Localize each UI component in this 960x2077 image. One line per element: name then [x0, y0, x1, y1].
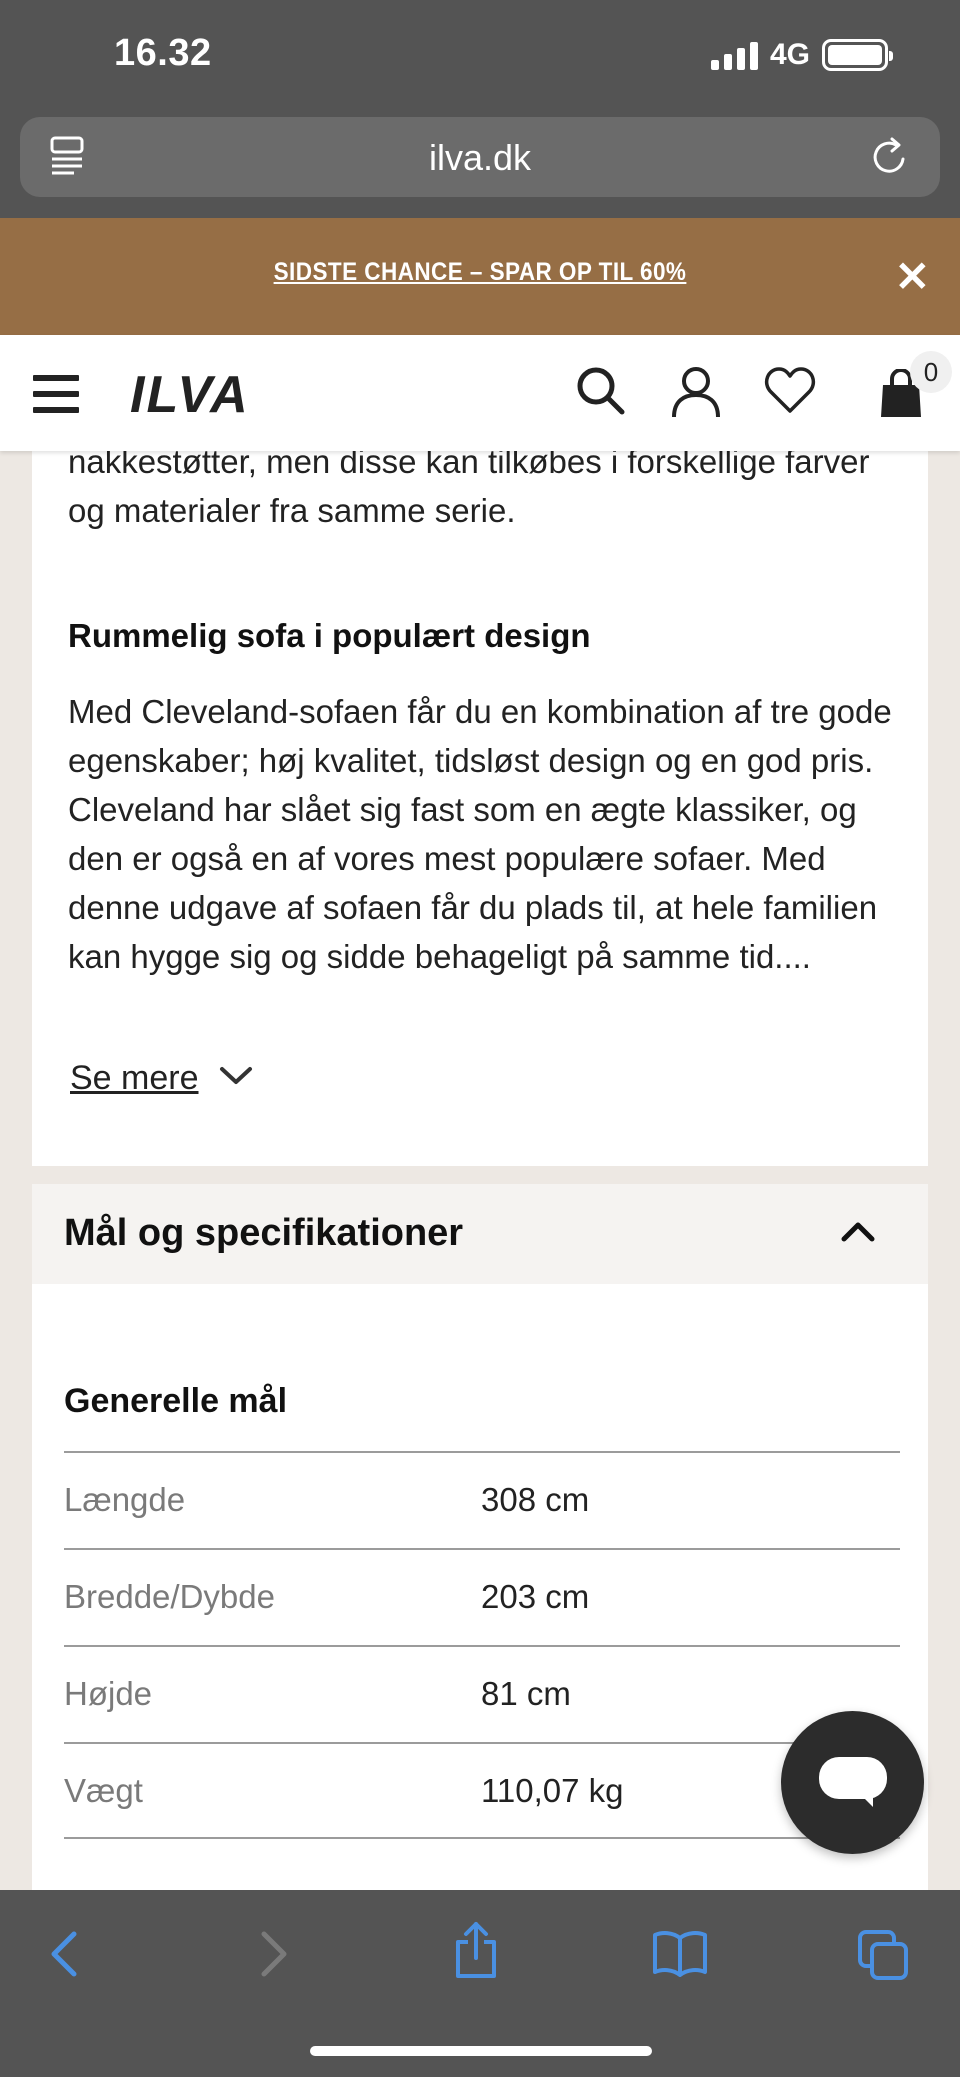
share-icon[interactable]: [452, 1920, 500, 1985]
spec-label: Længde: [64, 1481, 186, 1518]
status-time: 16.32: [114, 32, 212, 74]
spec-value: 110,07 kg: [481, 1772, 624, 1809]
product-description: nakkestøtter, men disse kan tilkøbes i f…: [32, 443, 928, 1166]
specifications-toggle[interactable]: Mål og specifikationer: [32, 1184, 928, 1284]
promo-link[interactable]: SIDSTE CHANCE – SPAR OP TIL 60%: [48, 258, 912, 287]
signal-icon: [710, 40, 758, 70]
spec-row: Bredde/Dybde 203 cm: [64, 1548, 900, 1645]
specifications-title: Mål og specifikationer: [64, 1212, 464, 1254]
bookmarks-icon[interactable]: [652, 1928, 708, 1983]
chevron-up-icon[interactable]: [840, 1218, 876, 1249]
logo[interactable]: ILVA: [130, 365, 250, 425]
spec-row: Højde 81 cm: [64, 1645, 900, 1742]
description-body: Med Cleveland-sofaen får du en kombinati…: [68, 693, 892, 975]
back-icon[interactable]: [46, 1928, 82, 1985]
forward-icon[interactable]: [256, 1928, 292, 1985]
see-more-button[interactable]: Se mere: [70, 1059, 253, 1098]
general-dimensions-heading: Generelle mål: [64, 1382, 288, 1420]
url-text[interactable]: ilva.dk: [20, 137, 940, 179]
browser-chrome: 16.32 4G ilva.dk: [0, 0, 960, 218]
spec-label: Højde: [64, 1675, 153, 1712]
wishlist-icon[interactable]: [764, 365, 816, 420]
menu-icon[interactable]: [33, 375, 79, 413]
address-bar[interactable]: ilva.dk: [20, 117, 940, 197]
reload-icon[interactable]: [870, 135, 910, 182]
status-indicators: 4G: [710, 38, 893, 72]
chat-icon: [819, 1757, 887, 1799]
description-heading: Rummelig sofa i populært design: [68, 617, 591, 654]
description-intro: nakkestøtter, men disse kan tilkøbes i f…: [68, 443, 870, 529]
spec-value: 308 cm: [481, 1481, 590, 1518]
network-type: 4G: [769, 38, 810, 71]
see-more-label: Se mere: [70, 1059, 199, 1097]
spec-label: Bredde/Dybde: [64, 1578, 275, 1615]
browser-toolbar: [0, 1890, 960, 2077]
spec-value: 203 cm: [481, 1578, 590, 1615]
promo-banner: SIDSTE CHANCE – SPAR OP TIL 60% ✕: [0, 218, 960, 335]
spec-label: Vægt: [64, 1772, 143, 1809]
spec-value: 81 cm: [481, 1675, 571, 1712]
tabs-icon[interactable]: [856, 1928, 910, 1987]
spec-table: Længde 308 cm Bredde/Dybde 203 cm Højde …: [64, 1451, 900, 1839]
chevron-down-icon: [219, 1065, 253, 1092]
site-header: ILVA 0: [0, 335, 960, 451]
spec-row: Vægt 110,07 kg: [64, 1742, 900, 1839]
chat-button[interactable]: [781, 1711, 924, 1854]
close-icon[interactable]: ✕: [895, 256, 930, 298]
spec-row: Længde 308 cm: [64, 1451, 900, 1548]
cart-count-badge: 0: [910, 351, 952, 393]
account-icon[interactable]: [670, 365, 722, 424]
battery-icon: [822, 39, 893, 71]
search-icon[interactable]: [576, 365, 626, 422]
home-indicator: [310, 2046, 652, 2056]
